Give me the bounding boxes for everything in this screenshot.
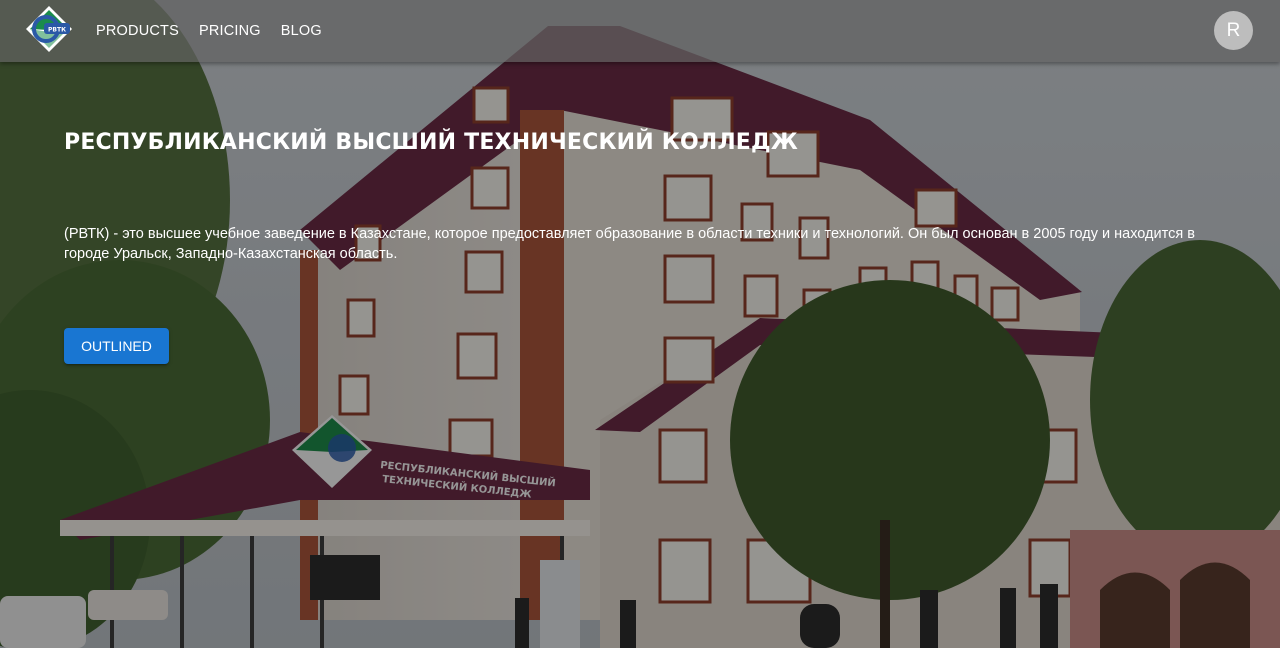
logo-text: РВТК bbox=[48, 27, 66, 34]
college-logo-icon[interactable]: РВТК bbox=[24, 4, 74, 54]
hero-description: (РВТК) - это высшее учебное заведение в … bbox=[64, 226, 1195, 262]
outlined-button[interactable]: OUTLINED bbox=[64, 328, 169, 364]
nav-link-pricing[interactable]: PRICING bbox=[189, 17, 271, 45]
user-avatar[interactable]: R bbox=[1214, 11, 1253, 50]
hero-section: РЕСПУБЛИКАНСКИЙ ВЫСШИЙ ТЕХНИЧЕСКИЙ КОЛЛЕ… bbox=[0, 0, 1280, 648]
nav-link-products[interactable]: PRODUCTS bbox=[86, 17, 189, 45]
main-nav: PRODUCTS PRICING BLOG bbox=[86, 0, 332, 62]
dark-overlay bbox=[0, 0, 1280, 648]
top-app-bar: РВТК PRODUCTS PRICING BLOG R bbox=[0, 0, 1280, 62]
nav-link-blog[interactable]: BLOG bbox=[271, 17, 332, 45]
hero-title: РЕСПУБЛИКАНСКИЙ ВЫСШИЙ ТЕХНИЧЕСКИЙ КОЛЛЕ… bbox=[64, 130, 798, 155]
